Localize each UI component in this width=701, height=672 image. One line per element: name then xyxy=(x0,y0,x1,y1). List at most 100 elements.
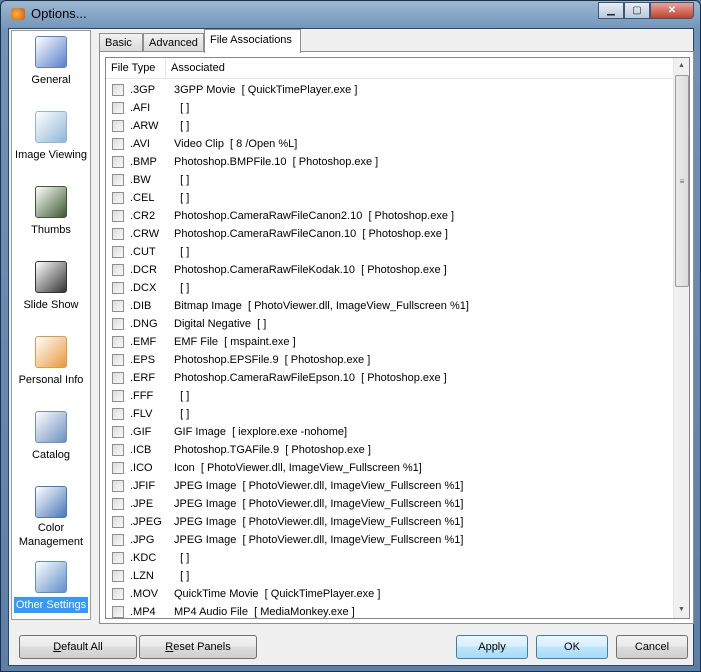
table-row[interactable]: .FLV [ ] xyxy=(106,405,674,423)
ok-label: OK xyxy=(564,641,580,653)
sidebar-item-color-management[interactable]: Color Management xyxy=(12,486,90,550)
default-all-label: efault All xyxy=(61,641,103,653)
minimize-button[interactable]: ▁ xyxy=(598,2,624,19)
sidebar-item-other-settings[interactable]: Other Settings xyxy=(12,561,90,613)
file-type-cell: .CR2 xyxy=(130,210,156,222)
table-row[interactable]: .CEL [ ] xyxy=(106,189,674,207)
associate-checkbox[interactable] xyxy=(112,156,124,168)
associate-checkbox[interactable] xyxy=(112,588,124,600)
associate-checkbox[interactable] xyxy=(112,246,124,258)
associate-checkbox[interactable] xyxy=(112,408,124,420)
associate-checkbox[interactable] xyxy=(112,390,124,402)
sidebar-item-catalog[interactable]: Catalog xyxy=(12,411,90,463)
associate-checkbox[interactable] xyxy=(112,84,124,96)
tab-advanced[interactable]: Advanced xyxy=(143,33,204,52)
associate-checkbox[interactable] xyxy=(112,606,124,618)
associate-checkbox[interactable] xyxy=(112,552,124,564)
sidebar-item-thumbs[interactable]: Thumbs xyxy=(12,186,90,238)
associated-cell: [ ] xyxy=(174,570,190,582)
associate-checkbox[interactable] xyxy=(112,300,124,312)
tab-basic[interactable]: Basic xyxy=(99,33,143,52)
associate-checkbox[interactable] xyxy=(112,480,124,492)
table-row[interactable]: .ARW [ ] xyxy=(106,117,674,135)
thumbs-icon xyxy=(35,186,67,218)
sidebar-item-general[interactable]: General xyxy=(12,36,90,88)
vertical-scrollbar[interactable]: ▲ ≡ ▼ xyxy=(673,58,689,618)
table-row[interactable]: .ERF Photoshop.CameraRawFileEpson.10 [ Ph… xyxy=(106,369,674,387)
associate-checkbox[interactable] xyxy=(112,372,124,384)
table-row[interactable]: .DCX [ ] xyxy=(106,279,674,297)
associated-cell: JPEG Image [ PhotoViewer.dll, ImageView_… xyxy=(174,516,464,528)
associate-checkbox[interactable] xyxy=(112,120,124,132)
table-row[interactable]: .DCR Photoshop.CameraRawFileKodak.10 [ Ph… xyxy=(106,261,674,279)
associate-checkbox[interactable] xyxy=(112,516,124,528)
file-type-cell: .DCR xyxy=(130,264,157,276)
associate-checkbox[interactable] xyxy=(112,318,124,330)
scroll-thumb[interactable]: ≡ xyxy=(675,75,689,287)
options-window: Options... ▁ ▢ ✕ General Image Viewing Thu… xyxy=(0,0,701,672)
associate-checkbox[interactable] xyxy=(112,462,124,474)
table-row[interactable]: .KDC [ ] xyxy=(106,549,674,567)
table-row[interactable]: .EMF EMF File [ mspaint.exe ] xyxy=(106,333,674,351)
sidebar-item-image-viewing[interactable]: Image Viewing xyxy=(12,111,90,163)
associate-checkbox[interactable] xyxy=(112,102,124,114)
file-type-cell: .ERF xyxy=(130,372,156,384)
maximize-button[interactable]: ▢ xyxy=(624,2,650,19)
table-row[interactable]: .AFI [ ] xyxy=(106,99,674,117)
sidebar-item-slide-show[interactable]: Slide Show xyxy=(12,261,90,313)
column-header-file-type[interactable]: File Type xyxy=(106,58,166,78)
table-row[interactable]: .3GP 3GPP Movie [ QuickTimePlayer.exe ] xyxy=(106,81,674,99)
associate-checkbox[interactable] xyxy=(112,264,124,276)
table-row[interactable]: .ICO Icon [ PhotoViewer.dll, ImageView_Fu… xyxy=(106,459,674,477)
table-row[interactable]: .JFIF JPEG Image [ PhotoViewer.dll, Image… xyxy=(106,477,674,495)
table-row[interactable]: .EPS Photoshop.EPSFile.9 [ Photoshop.exe … xyxy=(106,351,674,369)
file-type-cell: .BW xyxy=(130,174,151,186)
table-row[interactable]: .ICB Photoshop.TGAFile.9 [ Photoshop.exe … xyxy=(106,441,674,459)
associate-checkbox[interactable] xyxy=(112,354,124,366)
associate-checkbox[interactable] xyxy=(112,138,124,150)
scroll-down-arrow-icon[interactable]: ▼ xyxy=(674,602,689,618)
table-row[interactable]: .DNG Digital Negative [ ] xyxy=(106,315,674,333)
table-row[interactable]: .LZN [ ] xyxy=(106,567,674,585)
associated-cell: Photoshop.BMPFile.10 [ Photoshop.exe ] xyxy=(174,156,379,168)
default-all-button[interactable]: Default All xyxy=(19,635,137,659)
cancel-button[interactable]: Cancel xyxy=(616,635,688,659)
apply-button[interactable]: Apply xyxy=(456,635,528,659)
table-row[interactable]: .DIB Bitmap Image [ PhotoViewer.dll, Imag… xyxy=(106,297,674,315)
person-icon xyxy=(35,336,67,368)
table-row[interactable]: .GIF GIF Image [ iexplore.exe -nohome] xyxy=(106,423,674,441)
associate-checkbox[interactable] xyxy=(112,570,124,582)
table-row[interactable]: .FFF [ ] xyxy=(106,387,674,405)
table-row[interactable]: .MOV QuickTime Movie [ QuickTimePlayer.ex… xyxy=(106,585,674,603)
close-button[interactable]: ✕ xyxy=(650,2,694,19)
associate-checkbox[interactable] xyxy=(112,282,124,294)
reset-panels-button[interactable]: Reset Panels xyxy=(139,635,257,659)
table-row[interactable]: .BW [ ] xyxy=(106,171,674,189)
associate-checkbox[interactable] xyxy=(112,426,124,438)
table-row[interactable]: .CUT [ ] xyxy=(106,243,674,261)
table-row[interactable]: .CRW Photoshop.CameraRawFileCanon.10 [ Ph… xyxy=(106,225,674,243)
associate-checkbox[interactable] xyxy=(112,444,124,456)
associated-cell: [ ] xyxy=(174,390,190,402)
associate-checkbox[interactable] xyxy=(112,192,124,204)
associated-cell: [ ] xyxy=(174,102,190,114)
sidebar-item-personal-info[interactable]: Personal Info xyxy=(12,336,90,388)
table-row[interactable]: .CR2 Photoshop.CameraRawFileCanon2.10 [ P… xyxy=(106,207,674,225)
table-row[interactable]: .BMP Photoshop.BMPFile.10 [ Photoshop.exe… xyxy=(106,153,674,171)
associate-checkbox[interactable] xyxy=(112,174,124,186)
associate-checkbox[interactable] xyxy=(112,210,124,222)
tab-file-associations[interactable]: File Associations xyxy=(204,29,301,53)
scroll-up-arrow-icon[interactable]: ▲ xyxy=(674,58,689,74)
ok-button[interactable]: OK xyxy=(536,635,608,659)
file-type-cell: .JPG xyxy=(130,534,155,546)
column-header-associated[interactable]: Associated xyxy=(166,58,674,78)
table-row[interactable]: .JPE JPEG Image [ PhotoViewer.dll, ImageV… xyxy=(106,495,674,513)
associate-checkbox[interactable] xyxy=(112,228,124,240)
associate-checkbox[interactable] xyxy=(112,336,124,348)
table-row[interactable]: .AVI Video Clip [ 8 /Open %L] xyxy=(106,135,674,153)
table-row[interactable]: .JPG JPEG Image [ PhotoViewer.dll, ImageV… xyxy=(106,531,674,549)
table-row[interactable]: .MP4 MP4 Audio File [ MediaMonkey.exe ] xyxy=(106,603,674,618)
associate-checkbox[interactable] xyxy=(112,534,124,546)
table-row[interactable]: .JPEG JPEG Image [ PhotoViewer.dll, Image… xyxy=(106,513,674,531)
associate-checkbox[interactable] xyxy=(112,498,124,510)
